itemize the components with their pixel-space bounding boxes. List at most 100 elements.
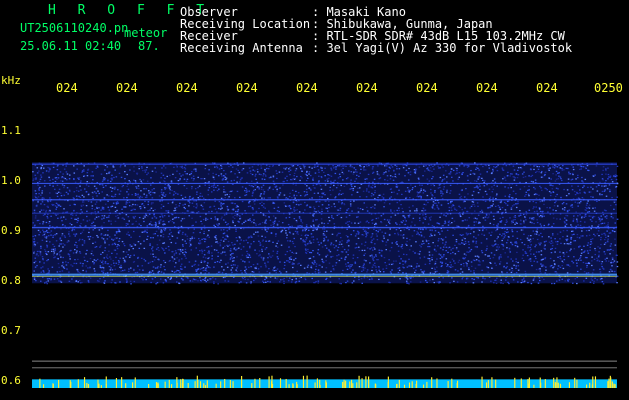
- noise-dot: [213, 224, 215, 227]
- noise-dot: [537, 282, 540, 284]
- noise-dot: [328, 174, 331, 176]
- noise-dot: [62, 223, 64, 226]
- noise-dot: [270, 176, 272, 178]
- noise-dot: [253, 189, 255, 192]
- noise-dot: [580, 200, 582, 203]
- noise-dot: [605, 185, 607, 187]
- noise-dot: [87, 169, 89, 171]
- noise-dot: [591, 279, 594, 281]
- noise-dot: [159, 216, 161, 218]
- noise-dot: [233, 179, 235, 182]
- noise-dot: [42, 229, 44, 231]
- noise-dot: [128, 268, 130, 270]
- noise-dot: [351, 194, 353, 196]
- noise-dot: [65, 191, 68, 194]
- noise-dot: [532, 207, 534, 210]
- noise-dot: [187, 210, 190, 212]
- noise-dot: [45, 240, 48, 242]
- noise-dot: [213, 266, 215, 268]
- noise-dot: [109, 186, 112, 189]
- noise-dot: [185, 242, 188, 245]
- noise-dot: [541, 189, 543, 191]
- noise-dot: [409, 210, 411, 212]
- noise-dot: [294, 230, 297, 233]
- noise-dot: [200, 204, 203, 206]
- noise-dot: [504, 186, 506, 188]
- noise-dot: [180, 194, 183, 196]
- noise-dot: [185, 180, 188, 182]
- noise-dot: [562, 236, 564, 238]
- noise-dot: [200, 178, 202, 180]
- noise-dot: [354, 271, 357, 274]
- noise-dot: [513, 204, 515, 206]
- noise-dot: [370, 186, 373, 188]
- noise-dot: [368, 186, 370, 188]
- noise-dot: [285, 229, 287, 232]
- noise-dot: [297, 263, 299, 265]
- noise-dot: [133, 280, 136, 283]
- noise-dot: [601, 193, 603, 196]
- noise-dot: [87, 185, 90, 187]
- noise-dot: [473, 231, 475, 233]
- noise-dot: [61, 233, 64, 235]
- noise-dot: [313, 187, 316, 189]
- noise-dot: [118, 261, 120, 263]
- noise-dot: [402, 211, 404, 213]
- noise-dot: [250, 281, 252, 283]
- noise-dot: [120, 270, 122, 272]
- noise-dot: [399, 262, 401, 264]
- noise-dot: [76, 245, 78, 247]
- noise-dot: [262, 175, 264, 177]
- noise-dot: [207, 173, 210, 175]
- noise-dot: [286, 179, 288, 182]
- noise-dot: [116, 209, 118, 212]
- noise-dot: [560, 179, 563, 182]
- noise-dot: [321, 208, 323, 210]
- noise-dot: [607, 177, 609, 180]
- noise-dot: [236, 210, 239, 213]
- noise-dot: [132, 203, 134, 206]
- noise-dot: [125, 278, 128, 280]
- noise-dot: [492, 215, 495, 217]
- noise-dot: [495, 229, 497, 232]
- noise-dot: [254, 277, 257, 280]
- noise-dot: [147, 210, 149, 212]
- noise-dot: [80, 209, 82, 211]
- noise-dot: [86, 249, 88, 252]
- noise-dot: [397, 250, 400, 252]
- noise-dot: [38, 192, 40, 195]
- noise-dot: [219, 242, 221, 244]
- noise-dot: [345, 165, 347, 167]
- noise-dot: [445, 249, 447, 252]
- noise-dot: [556, 218, 558, 220]
- noise-dot: [587, 242, 590, 244]
- noise-dot: [447, 202, 450, 205]
- noise-dot: [505, 221, 508, 223]
- noise-dot: [375, 229, 378, 232]
- noise-dot: [104, 262, 107, 264]
- noise-dot: [397, 207, 400, 209]
- noise-dot: [48, 176, 50, 178]
- noise-dot: [251, 214, 254, 216]
- noise-dot: [108, 244, 110, 246]
- noise-dot: [136, 204, 139, 206]
- noise-dot: [500, 282, 503, 284]
- noise-dot: [304, 277, 306, 279]
- noise-dot: [174, 242, 177, 244]
- noise-dot: [491, 186, 493, 188]
- noise-dot: [400, 246, 403, 248]
- noise-dot: [218, 168, 221, 170]
- noise-dot: [586, 262, 589, 265]
- noise-dot: [274, 277, 277, 279]
- noise-dot: [354, 185, 356, 188]
- noise-dot: [522, 176, 525, 179]
- noise-dot: [171, 220, 174, 223]
- noise-dot: [42, 221, 45, 223]
- noise-dot: [207, 234, 209, 236]
- noise-dot: [265, 222, 267, 224]
- noise-dot: [143, 220, 145, 223]
- noise-dot: [323, 222, 326, 225]
- noise-dot: [532, 217, 535, 219]
- noise-dot: [502, 248, 505, 250]
- noise-dot: [267, 261, 269, 263]
